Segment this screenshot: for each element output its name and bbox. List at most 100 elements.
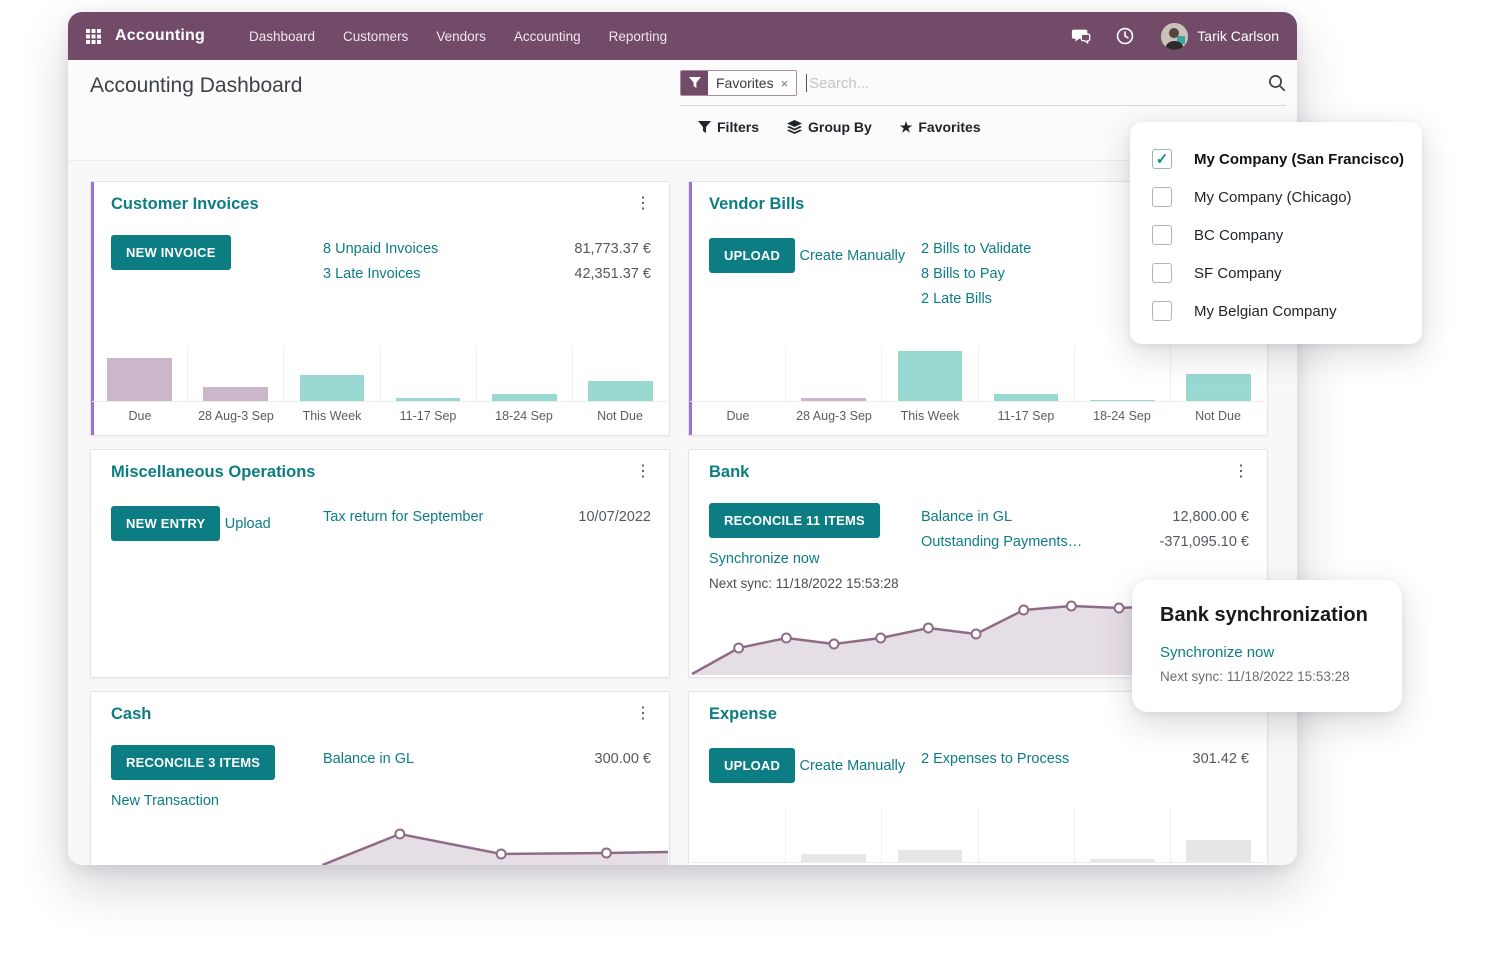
filters-button[interactable]: Filters <box>698 119 759 135</box>
search-icon[interactable] <box>1268 74 1286 92</box>
balance-in-gl-link[interactable]: Balance in GL <box>921 505 1172 530</box>
chart-bar-slot[interactable] <box>283 346 379 401</box>
chart-bar[interactable] <box>801 854 866 862</box>
chart-bar[interactable] <box>1090 400 1155 401</box>
star-icon: ★ <box>900 120 913 134</box>
chart-bar[interactable] <box>492 394 557 401</box>
new-invoice-button[interactable]: NEW INVOICE <box>111 235 231 270</box>
chart-bar[interactable] <box>1186 840 1251 862</box>
chart-bar-slot[interactable] <box>690 807 785 862</box>
favorites-button[interactable]: ★ Favorites <box>900 119 981 135</box>
messages-icon[interactable] <box>1071 26 1091 46</box>
balance-in-gl-amount[interactable]: 12,800.00 € <box>1172 505 1249 530</box>
checkbox-checked[interactable]: ✓ <box>1152 149 1172 169</box>
chart-bar-slot[interactable] <box>978 346 1074 401</box>
search-facet-favorites[interactable]: Favorites × <box>680 70 797 96</box>
chart-bar-slot[interactable] <box>380 346 476 401</box>
group-by-button[interactable]: Group By <box>787 119 872 135</box>
nav-item-accounting[interactable]: Accounting <box>514 29 581 44</box>
card-title-expense[interactable]: Expense <box>709 705 777 724</box>
kebab-menu-icon[interactable]: ⋮ <box>629 701 657 725</box>
chart-bar[interactable] <box>1090 859 1155 862</box>
chart-bar[interactable] <box>898 351 963 401</box>
chart-bar-slot[interactable] <box>476 346 572 401</box>
chart-bar[interactable] <box>203 387 268 401</box>
next-sync-note: Next sync: 11/18/2022 15:53:28 <box>709 576 921 591</box>
unpaid-invoices-amount[interactable]: 81,773.37 € <box>574 237 651 262</box>
nav-item-reporting[interactable]: Reporting <box>609 29 668 44</box>
checkbox-unchecked[interactable]: ✓ <box>1152 263 1172 283</box>
chart-bar-slot[interactable] <box>187 346 283 401</box>
chart-bar-slot[interactable] <box>881 807 977 862</box>
checkbox-unchecked[interactable]: ✓ <box>1152 301 1172 321</box>
unpaid-invoices-link[interactable]: 8 Unpaid Invoices <box>323 237 574 262</box>
facet-remove-icon[interactable]: × <box>781 77 789 90</box>
card-title-bank[interactable]: Bank <box>709 463 749 482</box>
late-invoices-link[interactable]: 3 Late Invoices <box>323 262 574 287</box>
checkbox-unchecked[interactable]: ✓ <box>1152 225 1172 245</box>
chart-bar-slot[interactable] <box>690 346 785 401</box>
expenses-to-process-link[interactable]: 2 Expenses to Process <box>921 747 1193 772</box>
balance-in-gl-amount[interactable]: 300.00 € <box>595 747 651 772</box>
nav-item-vendors[interactable]: Vendors <box>436 29 486 44</box>
nav-item-dashboard[interactable]: Dashboard <box>249 29 315 44</box>
card-title-misc-operations[interactable]: Miscellaneous Operations <box>111 463 315 482</box>
chart-bar-slot[interactable] <box>1074 807 1170 862</box>
search-input[interactable] <box>809 75 1268 92</box>
chart-bar[interactable] <box>300 375 365 401</box>
chart-bar-slot[interactable] <box>1074 346 1170 401</box>
user-avatar[interactable] <box>1161 23 1188 50</box>
create-manually-link[interactable]: Create Manually <box>800 248 906 264</box>
chart-bar[interactable] <box>801 398 866 401</box>
reconcile-items-button[interactable]: RECONCILE 11 ITEMS <box>709 503 880 538</box>
chart-bar-slot[interactable] <box>785 346 881 401</box>
late-invoices-amount[interactable]: 42,351.37 € <box>574 262 651 287</box>
upload-expense-button[interactable]: UPLOAD <box>709 748 795 783</box>
activities-clock-icon[interactable] <box>1115 26 1135 46</box>
card-title-customer-invoices[interactable]: Customer Invoices <box>111 195 259 214</box>
chart-bar-slot[interactable] <box>1170 346 1266 401</box>
card-title-vendor-bills[interactable]: Vendor Bills <box>709 195 804 214</box>
kebab-menu-icon[interactable]: ⋮ <box>1227 459 1255 483</box>
chart-bar[interactable] <box>1186 374 1251 401</box>
upload-link[interactable]: Upload <box>225 516 271 532</box>
chart-bar-slot[interactable] <box>978 807 1074 862</box>
create-manually-link[interactable]: Create Manually <box>800 758 906 774</box>
company-item-bc-company[interactable]: ✓ BC Company <box>1130 216 1422 254</box>
balance-in-gl-link[interactable]: Balance in GL <box>323 747 595 772</box>
chart-bar-slot[interactable] <box>1170 807 1266 862</box>
outstanding-payments-link[interactable]: Outstanding Payments… <box>921 530 1160 555</box>
chart-bar[interactable] <box>107 358 172 401</box>
chart-bar-slot[interactable] <box>92 346 187 401</box>
customer-invoices-aging-chart: Due28 Aug-3 SepThis Week11-17 Sep18-24 S… <box>92 346 668 423</box>
tax-return-link[interactable]: Tax return for September <box>323 505 578 530</box>
chart-bar-slot[interactable] <box>881 346 977 401</box>
kebab-menu-icon[interactable]: ⋮ <box>629 459 657 483</box>
reconcile-items-button[interactable]: RECONCILE 3 ITEMS <box>111 745 275 780</box>
user-name[interactable]: Tarik Carlson <box>1197 28 1279 44</box>
apps-grid-icon[interactable] <box>86 29 101 44</box>
checkbox-unchecked[interactable]: ✓ <box>1152 187 1172 207</box>
nav-item-customers[interactable]: Customers <box>343 29 408 44</box>
company-item-my-belgian-company[interactable]: ✓ My Belgian Company <box>1130 292 1422 330</box>
info-row: Balance in GL 12,800.00 € <box>921 505 1249 530</box>
tax-return-date[interactable]: 10/07/2022 <box>578 505 651 530</box>
expenses-to-process-amount[interactable]: 301.42 € <box>1193 747 1249 772</box>
kebab-menu-icon[interactable]: ⋮ <box>629 191 657 215</box>
chart-bar-slot[interactable] <box>785 807 881 862</box>
card-title-cash[interactable]: Cash <box>111 705 151 724</box>
chart-bar-slot[interactable] <box>572 346 668 401</box>
new-entry-button[interactable]: NEW ENTRY <box>111 506 220 541</box>
chart-bar[interactable] <box>994 394 1059 401</box>
synchronize-now-link[interactable]: Synchronize now <box>709 551 819 567</box>
chart-bar[interactable] <box>588 381 653 401</box>
company-item-my-company-sf[interactable]: ✓ My Company (San Francisco) <box>1130 140 1422 178</box>
outstanding-payments-amount[interactable]: -371,095.10 € <box>1160 530 1250 555</box>
synchronize-now-link[interactable]: Synchronize now <box>1160 644 1274 661</box>
app-name[interactable]: Accounting <box>115 27 205 45</box>
company-item-sf-company[interactable]: ✓ SF Company <box>1130 254 1422 292</box>
upload-bill-button[interactable]: UPLOAD <box>709 238 795 273</box>
chart-bar[interactable] <box>898 850 963 862</box>
company-item-my-company-chicago[interactable]: ✓ My Company (Chicago) <box>1130 178 1422 216</box>
chart-bar[interactable] <box>396 398 461 401</box>
